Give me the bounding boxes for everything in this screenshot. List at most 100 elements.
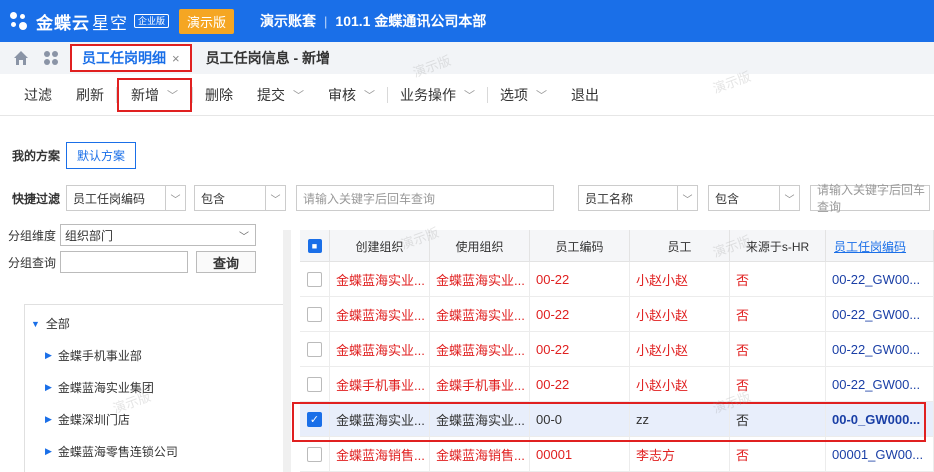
tab-employee-post-new[interactable]: 员工任岗信息 - 新增 <box>196 44 340 72</box>
table-cell[interactable]: 金蝶手机事业... <box>330 367 430 401</box>
chevron-down-icon[interactable]: ﹀ <box>293 87 304 103</box>
home-icon[interactable] <box>12 49 30 67</box>
table-cell[interactable]: 小赵小赵 <box>630 297 730 331</box>
caret-right-icon[interactable]: ▶ <box>45 446 52 457</box>
chevron-down-icon[interactable]: ﹀ <box>364 87 375 103</box>
options-button[interactable]: 选项 ﹀ <box>488 80 559 110</box>
row-checkbox[interactable] <box>307 341 322 357</box>
column-header[interactable]: 员工编码 <box>530 230 630 262</box>
apps-icon[interactable] <box>42 49 60 67</box>
row-checkbox[interactable] <box>307 376 322 392</box>
table-cell[interactable]: 否 <box>730 297 826 331</box>
filter-op-select-1[interactable]: 包含 ﹀ <box>194 185 287 211</box>
chevron-down-icon[interactable]: ﹀ <box>536 87 547 103</box>
row-checkbox[interactable] <box>307 271 322 287</box>
column-header[interactable]: 使用组织 <box>430 230 530 262</box>
row-checkbox-cell[interactable] <box>300 332 330 366</box>
row-checkbox-cell[interactable] <box>300 297 330 331</box>
new-button[interactable]: 新增 ﹀ <box>117 77 192 112</box>
filter-field-select-2[interactable]: 员工名称 ﹀ <box>578 185 699 211</box>
table-cell[interactable]: 小赵小赵 <box>630 332 730 366</box>
table-cell[interactable]: 00-22 <box>530 367 630 401</box>
tree-node[interactable]: ▶ 金蝶蓝海零售连锁公司 <box>45 443 178 460</box>
table-cell[interactable]: 金蝶蓝海实业... <box>430 297 530 331</box>
filter-field-select-1[interactable]: 员工任岗编码 ﹀ <box>66 185 187 211</box>
select-all-checkbox[interactable]: ■ <box>307 239 322 253</box>
column-header[interactable]: 员工 <box>630 230 730 262</box>
table-cell[interactable]: 00-22 <box>530 297 630 331</box>
table-cell[interactable]: 00-22_GW00... <box>826 367 934 401</box>
table-cell[interactable]: 金蝶蓝海实业... <box>430 262 530 296</box>
close-icon[interactable]: × <box>172 51 180 66</box>
chevron-down-icon[interactable]: ﹀ <box>167 87 178 103</box>
caret-down-icon[interactable]: ▼ <box>31 319 40 329</box>
table-cell[interactable]: 金蝶蓝海实业... <box>330 332 430 366</box>
tree-node[interactable]: ▶ 金蝶手机事业部 <box>45 347 142 364</box>
tree-node[interactable]: ▶ 金蝶深圳门店 <box>45 411 130 428</box>
submit-button[interactable]: 提交 ﹀ <box>245 80 316 110</box>
business-ops-button[interactable]: 业务操作 ﹀ <box>388 80 487 110</box>
table-row[interactable]: 金蝶蓝海实业... 金蝶蓝海实业... 00-22 小赵小赵否 00-22_GW00..… <box>300 262 934 297</box>
chevron-down-icon[interactable]: ﹀ <box>265 186 285 210</box>
filter-op-select-2[interactable]: 包含 ﹀ <box>708 185 801 211</box>
table-cell[interactable]: 金蝶手机事业... <box>430 367 530 401</box>
exit-button[interactable]: 退出 <box>559 80 611 110</box>
caret-right-icon[interactable]: ▶ <box>45 382 52 393</box>
left-panel-scrollbar[interactable] <box>283 230 291 472</box>
table-cell[interactable]: 00-22 <box>530 332 630 366</box>
table-cell[interactable]: 金蝶蓝海实业... <box>330 262 430 296</box>
filter-keyword-input-1[interactable]: 请输入关键字后回车查询 <box>296 185 555 211</box>
query-button[interactable]: 查询 <box>196 251 256 273</box>
account-name[interactable]: 演示账套 <box>260 11 316 31</box>
table-cell[interactable]: 否 <box>730 332 826 366</box>
row-checkbox-cell[interactable] <box>300 367 330 401</box>
refresh-button[interactable]: 刷新 <box>64 80 116 110</box>
table-cell[interactable]: 金蝶蓝海销售... <box>430 437 530 471</box>
table-cell[interactable]: 00001_GW00... <box>826 437 934 471</box>
chevron-down-icon[interactable]: ﹀ <box>779 186 799 210</box>
chevron-down-icon[interactable]: ﹀ <box>677 186 697 210</box>
caret-right-icon[interactable]: ▶ <box>45 414 52 425</box>
row-checkbox[interactable] <box>307 446 322 462</box>
column-header-link[interactable]: 员工任岗编码 <box>826 230 934 262</box>
table-cell[interactable]: 金蝶蓝海销售... <box>330 437 430 471</box>
tree-node[interactable]: ▶ 金蝶蓝海实业集团 <box>45 379 154 396</box>
table-cell[interactable]: 00-22_GW00... <box>826 332 934 366</box>
table-cell[interactable]: 否 <box>730 262 826 296</box>
company-name[interactable]: 101.1 金蝶通讯公司本部 <box>335 11 486 31</box>
table-row[interactable]: 金蝶手机事业... 金蝶手机事业... 00-22 小赵小赵否 00-22_GW00..… <box>300 367 934 402</box>
tree-node-all[interactable]: ▼ 全部 <box>31 315 70 332</box>
chevron-down-icon[interactable]: ﹀ <box>239 228 249 243</box>
table-cell[interactable]: 00-22 <box>530 262 630 296</box>
table-row[interactable]: 金蝶蓝海销售... 金蝶蓝海销售... 00001 李志方否 00001_GW00... <box>300 437 934 472</box>
filter-button[interactable]: 过滤 <box>12 80 64 110</box>
delete-button[interactable]: 删除 <box>193 80 245 110</box>
logo[interactable]: 金蝶云 星空 企业版 <box>8 9 170 34</box>
chevron-down-icon[interactable]: ﹀ <box>165 186 185 210</box>
table-row[interactable]: 金蝶蓝海实业... 金蝶蓝海实业... 00-22 小赵小赵否 00-22_GW00..… <box>300 332 934 367</box>
select-all-checkbox-cell[interactable]: ■ <box>300 230 330 262</box>
table-cell[interactable]: 00001 <box>530 437 630 471</box>
group-query-input[interactable] <box>60 251 188 273</box>
caret-right-icon[interactable]: ▶ <box>45 350 52 361</box>
table-cell[interactable]: 小赵小赵 <box>630 367 730 401</box>
table-cell[interactable]: 金蝶蓝海实业... <box>430 332 530 366</box>
filter-keyword-input-2[interactable]: 请输入关键字后回车查询 <box>810 183 931 214</box>
row-checkbox-cell[interactable] <box>300 437 330 471</box>
column-header[interactable]: 来源于s-HR <box>730 230 826 262</box>
row-checkbox[interactable] <box>307 306 322 322</box>
column-header[interactable]: 创建组织 <box>330 230 430 262</box>
table-cell[interactable]: 否 <box>730 437 826 471</box>
table-cell[interactable]: 小赵小赵 <box>630 262 730 296</box>
table-cell[interactable]: 金蝶蓝海实业... <box>330 297 430 331</box>
default-scheme-button[interactable]: 默认方案 <box>66 142 137 169</box>
group-dimension-select[interactable]: 组织部门 ﹀ <box>60 224 256 246</box>
table-cell[interactable]: 李志方 <box>630 437 730 471</box>
table-cell[interactable]: 否 <box>730 367 826 401</box>
table-cell[interactable]: 00-22_GW00... <box>826 262 934 296</box>
tab-employee-post-detail[interactable]: 员工任岗明细 × <box>70 44 192 72</box>
row-checkbox-cell[interactable] <box>300 262 330 296</box>
table-row[interactable]: 金蝶蓝海实业... 金蝶蓝海实业... 00-22 小赵小赵否 00-22_GW00..… <box>300 297 934 332</box>
chevron-down-icon[interactable]: ﹀ <box>464 87 475 103</box>
table-cell[interactable]: 00-22_GW00... <box>826 297 934 331</box>
